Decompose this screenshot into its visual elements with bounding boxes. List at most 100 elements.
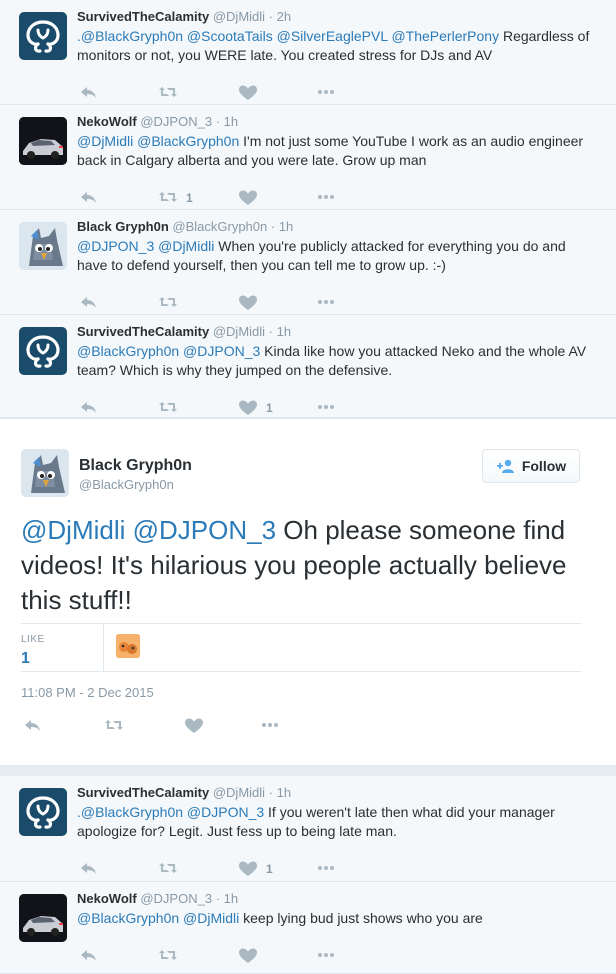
retweets-count: 1 [186,190,193,205]
mention-link[interactable]: @DJPON_3 @DjMidli [77,238,214,254]
author-handle[interactable]: @DJPON_3 [140,891,212,906]
reply-button[interactable] [80,860,100,877]
likes-count[interactable]: 1 [21,650,30,668]
tweet-text-segment: keep lying bud just shows who you are [239,910,483,926]
heart-icon [239,85,257,100]
retweet-icon [105,720,123,730]
more-icon [318,90,334,94]
author-name[interactable]: SurvivedTheCalamity [77,324,209,339]
retweet-button[interactable] [158,860,178,877]
likes-count: 1 [266,861,273,876]
reply-icon [81,863,96,874]
tweet[interactable]: NekoWolf @DJPON_3 · 1h @BlackGryph0n @DjM… [0,882,616,974]
author-name[interactable]: Black Gryph0n [77,219,169,234]
tweet-time[interactable]: · 2h [269,9,291,24]
more-button[interactable] [316,947,336,964]
retweet-button[interactable]: 1 [158,189,193,206]
retweet-icon [159,950,177,960]
tweet-timestamp[interactable]: 11:08 PM - 2 Dec 2015 [21,685,154,700]
author-handle[interactable]: @BlackGryph0n [79,477,174,492]
retweet-icon [159,297,177,307]
tweet[interactable]: Black Gryph0n @BlackGryph0n · 1h @DJPON_3… [0,210,616,315]
mention-link[interactable]: @BlackGryph0n @DjMidli [77,910,239,926]
retweet-button[interactable] [104,717,124,734]
more-icon [318,195,334,199]
retweet-button[interactable] [158,84,178,101]
avatar[interactable] [19,894,67,942]
more-icon [318,300,334,304]
author-name[interactable]: Black Gryph0n [79,457,192,475]
tweet-header: NekoWolf @DJPON_3 · 1h [77,114,238,129]
retweet-button[interactable] [158,399,178,416]
reply-button[interactable] [80,399,100,416]
author-handle[interactable]: @DjMidli [213,785,265,800]
mention-link[interactable]: @BlackGryph0n @DJPON_3 [77,343,260,359]
tweet-time[interactable]: · 1h [269,785,291,800]
avatar[interactable] [19,222,67,270]
retweet-button[interactable] [158,947,178,964]
more-button[interactable] [316,860,336,877]
reply-icon [81,402,96,413]
reply-button[interactable] [24,717,44,734]
tweet-text: @DJPON_3 @DjMidli When you're publicly a… [77,237,597,275]
like-button[interactable] [238,294,258,311]
avatar[interactable] [19,117,67,165]
tweet[interactable]: SurvivedTheCalamity @DjMidli · 1h @BlackG… [0,315,616,418]
author-name[interactable]: NekoWolf [77,114,137,129]
more-icon [318,405,334,409]
reply-icon [25,720,40,731]
author-handle[interactable]: @BlackGryph0n [172,219,267,234]
reply-button[interactable] [80,294,100,311]
follow-person-icon [496,459,514,473]
reply-button[interactable] [80,947,100,964]
more-button[interactable] [316,399,336,416]
avatar[interactable] [21,449,69,497]
tweet[interactable]: SurvivedTheCalamity @DjMidli · 1h .@Black… [0,776,616,882]
like-button[interactable] [238,84,258,101]
focused-tweet: Black Gryph0n @BlackGryph0n Follow @DjMi… [0,418,616,766]
tweet-header: Black Gryph0n @BlackGryph0n · 1h [77,219,293,234]
tweet-time[interactable]: · 1h [216,114,238,129]
tweet-time[interactable]: · 1h [216,891,238,906]
like-button[interactable]: 1 [238,399,273,416]
like-button[interactable] [184,717,204,734]
tweet[interactable]: SurvivedTheCalamity @DjMidli · 2h .@Black… [0,0,616,105]
tweet-time[interactable]: · 1h [269,324,291,339]
more-button[interactable] [316,84,336,101]
author-handle[interactable]: @DJPON_3 [140,114,212,129]
more-button[interactable] [316,294,336,311]
tweet-time[interactable]: · 1h [271,219,293,234]
retweet-button[interactable] [158,294,178,311]
mention-link[interactable]: @DjMidli @BlackGryph0n [77,133,239,149]
more-button[interactable] [316,189,336,206]
more-icon [318,953,334,957]
heart-icon [239,400,257,415]
heart-icon [239,861,257,876]
author-name[interactable]: SurvivedTheCalamity [77,785,209,800]
mention-link[interactable]: @DjMidli @DJPON_3 [21,515,276,545]
more-button[interactable] [260,717,280,734]
author-name[interactable]: NekoWolf [77,891,137,906]
avatar[interactable] [19,12,67,60]
heart-icon [239,948,257,963]
tweet[interactable]: NekoWolf @DJPON_3 · 1h @DjMidli @BlackGry… [0,105,616,210]
reply-icon [81,192,96,203]
author-handle[interactable]: @DjMidli [213,324,265,339]
like-button[interactable] [238,189,258,206]
avatar[interactable] [19,788,67,836]
like-button[interactable]: 1 [238,860,273,877]
reply-icon [81,87,96,98]
avatar[interactable] [19,327,67,375]
author-handle[interactable]: @DjMidli [213,9,265,24]
reply-button[interactable] [80,84,100,101]
reply-button[interactable] [80,189,100,206]
like-button[interactable] [238,947,258,964]
tweet-text: @DjMidli @DJPON_3 Oh please someone find… [21,513,581,618]
section-divider [0,766,616,776]
tweet-text: @DjMidli @BlackGryph0n I'm not just some… [77,132,597,170]
author-name[interactable]: SurvivedTheCalamity [77,9,209,24]
mention-link[interactable]: .@BlackGryph0n @DJPON_3 [77,804,264,820]
liker-avatar[interactable] [116,634,140,658]
follow-button[interactable]: Follow [482,449,580,483]
mention-link[interactable]: .@BlackGryph0n @ScootaTails @SilverEagle… [77,28,499,44]
